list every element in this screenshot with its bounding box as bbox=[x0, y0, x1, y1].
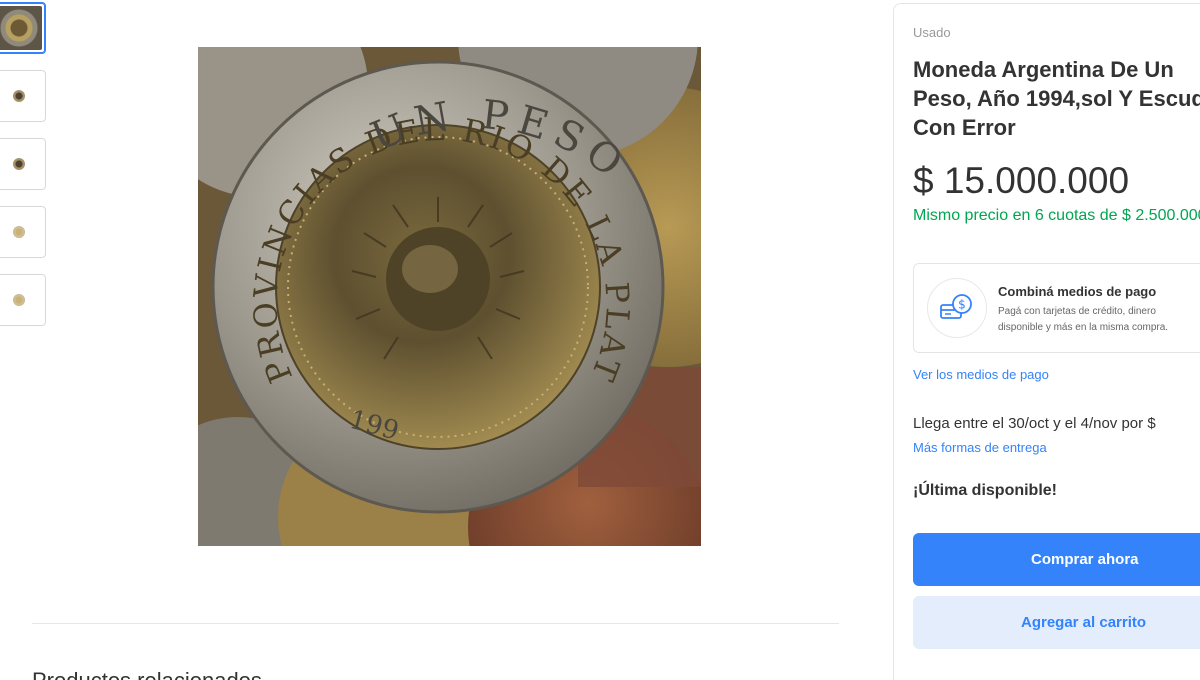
section-divider bbox=[32, 623, 839, 624]
buy-now-label: Comprar ahora bbox=[1031, 551, 1139, 568]
product-title: Moneda Argentina De Un Peso, Año 1994,so… bbox=[913, 57, 1200, 140]
product-page: PROVINCIAS DEL RIO DE LA PLATA UN PESO 1… bbox=[0, 0, 1200, 680]
purchase-panel: Usado Moneda Argentina De Un Peso, Año 1… bbox=[893, 3, 1200, 680]
add-to-cart-label: Agregar al carrito bbox=[1021, 614, 1147, 631]
thumbnail-1[interactable] bbox=[0, 2, 46, 54]
money-card-icon: $ bbox=[927, 278, 987, 338]
condition-label: Usado bbox=[913, 25, 951, 40]
coin-photo: PROVINCIAS DEL RIO DE LA PLATA UN PESO 1… bbox=[198, 47, 701, 546]
payment-methods-link[interactable]: Ver los medios de pago bbox=[913, 367, 1049, 382]
payment-title: Combiná medios de pago bbox=[998, 284, 1157, 299]
add-to-cart-button[interactable]: Agregar al carrito bbox=[913, 596, 1200, 649]
thumbnail-4[interactable] bbox=[0, 206, 46, 258]
delivery-options-link[interactable]: Más formas de entrega bbox=[913, 440, 1047, 455]
stock-status: ¡Última disponible! bbox=[913, 482, 1057, 499]
payment-description: Pagá con tarjetas de crédito, dinero dis… bbox=[998, 304, 1200, 336]
svg-text:$: $ bbox=[958, 298, 966, 312]
thumbnail-image bbox=[0, 6, 42, 50]
delivery-estimate: Llega entre el 30/oct y el 4/nov por $ bbox=[913, 415, 1156, 432]
thumbnail-2[interactable] bbox=[0, 70, 46, 122]
thumbnail-image bbox=[13, 226, 25, 238]
main-product-image[interactable]: PROVINCIAS DEL RIO DE LA PLATA UN PESO 1… bbox=[198, 47, 701, 546]
thumbnail-5[interactable] bbox=[0, 274, 46, 326]
thumbnail-list bbox=[0, 2, 50, 342]
buy-now-button[interactable]: Comprar ahora bbox=[913, 533, 1200, 586]
thumbnail-image bbox=[13, 90, 25, 102]
thumbnail-image bbox=[13, 158, 25, 170]
product-price: $ 15.000.000 bbox=[913, 160, 1130, 201]
payment-description-line-2: disponible y más en la misma compra. bbox=[998, 322, 1169, 333]
thumbnail-3[interactable] bbox=[0, 138, 46, 190]
installments-text: Mismo precio en 6 cuotas de $ 2.500.000 bbox=[913, 207, 1200, 224]
related-products-heading: Productos relacionados bbox=[32, 668, 262, 680]
payment-description-line-1: Pagá con tarjetas de crédito, dinero bbox=[998, 306, 1156, 317]
payment-methods-box: $ Combiná medios de pago Pagá con tarjet… bbox=[913, 263, 1200, 353]
thumbnail-image bbox=[13, 294, 25, 306]
